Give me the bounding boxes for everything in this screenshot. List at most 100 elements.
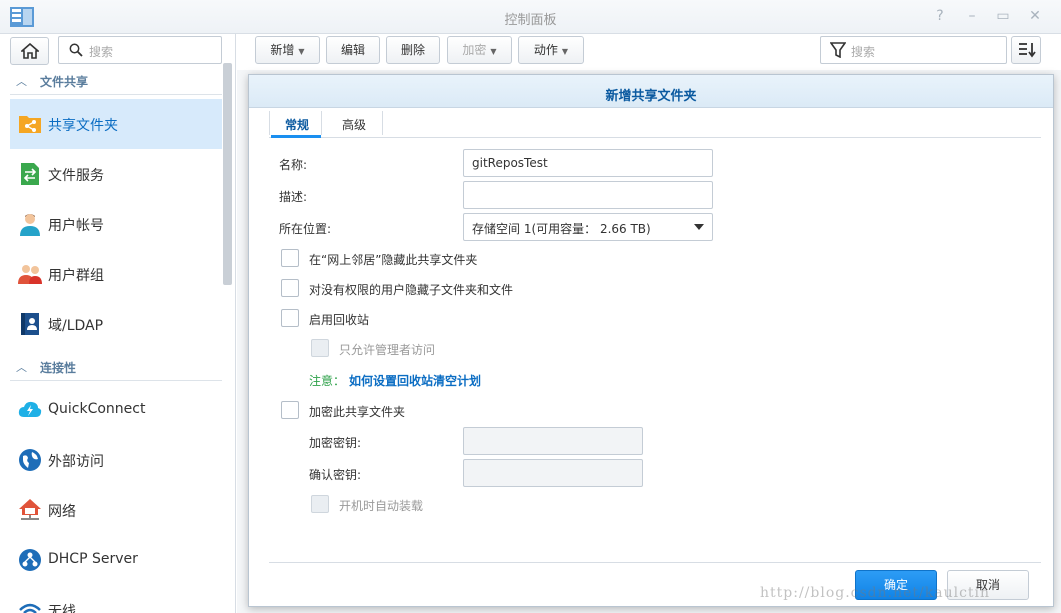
create-shared-folder-dialog: 新增共享文件夹 常规 高级 名称: gitReposTest 描述: 所在位置:… (248, 74, 1054, 607)
admin-only-checkbox[interactable] (311, 339, 329, 357)
close-icon[interactable]: ✕ (1025, 6, 1045, 26)
quickconnect-icon (18, 401, 42, 417)
dialog-header: 新增共享文件夹 (249, 75, 1053, 108)
chevron-up-icon: ︿ (16, 361, 27, 374)
sidebar-item-label: 用户群组 (48, 268, 104, 284)
sidebar: 搜索 ︿ 文件共享 共享文件夹 文件服务 用户帐号 用户群组 域/LDAP ︿ … (0, 34, 236, 613)
file-services-icon (21, 163, 39, 185)
encrypt-button-label: 加密 (462, 43, 487, 57)
confirm-key-field[interactable] (463, 459, 643, 487)
tab-divider (382, 111, 383, 135)
recycle-schedule-link[interactable]: 如何设置回收站清空计划 (349, 372, 481, 389)
sidebar-item-label: 外部访问 (48, 454, 104, 470)
recycle-bin-checkbox[interactable] (281, 309, 299, 327)
home-icon (21, 43, 39, 59)
confirm-key-label: 确认密钥: (309, 468, 362, 482)
encrypt-checkbox[interactable] (281, 401, 299, 419)
action-button[interactable]: 动作 ▼ (518, 36, 584, 64)
dialog-footer-divider (269, 562, 1041, 563)
description-label: 描述: (279, 190, 308, 204)
filter-icon (830, 42, 846, 58)
tab-label: 高级 (342, 118, 367, 132)
sidebar-item-domain-ldap[interactable]: 域/LDAP (10, 299, 222, 349)
sidebar-item-file-services[interactable]: 文件服务 (10, 149, 222, 199)
minimize-icon[interactable]: – (962, 6, 982, 26)
sidebar-item-dhcp-server[interactable]: DHCP Server (10, 535, 222, 585)
hide-subfolders-checkbox[interactable] (281, 279, 299, 297)
sidebar-item-external-access[interactable]: 外部访问 (10, 435, 222, 485)
sidebar-search-input[interactable]: 搜索 (58, 36, 222, 64)
location-value: 存储空间 1(可用容量： 2.66 TB) (472, 222, 651, 236)
sidebar-item-label: 网络 (48, 504, 76, 520)
caret-down-icon: ▼ (490, 47, 497, 56)
create-button[interactable]: 新增 ▼ (255, 36, 320, 64)
tab-label: 常规 (285, 118, 310, 132)
encrypt-button[interactable]: 加密 ▼ (447, 36, 512, 64)
sidebar-item-label: 无线 (48, 604, 76, 613)
sidebar-item-label: 用户帐号 (48, 218, 104, 234)
sidebar-search-placeholder: 搜索 (89, 45, 114, 59)
description-field[interactable] (463, 181, 713, 209)
window-title: 控制面板 (504, 13, 557, 28)
sidebar-item-shared-folder[interactable]: 共享文件夹 (10, 99, 222, 149)
user-icon (20, 214, 40, 236)
hide-subfolders-label: 对没有权限的用户隐藏子文件夹和文件 (309, 283, 514, 297)
section-label: 连接性 (40, 361, 77, 375)
automount-label: 开机时自动装载 (339, 499, 424, 513)
location-select[interactable]: 存储空间 1(可用容量： 2.66 TB) (463, 213, 713, 241)
main-search-placeholder: 搜索 (851, 45, 876, 59)
sidebar-item-network[interactable]: 网络 (10, 485, 222, 535)
sidebar-item-user-group[interactable]: 用户群组 (10, 249, 222, 299)
delete-button[interactable]: 删除 (386, 36, 440, 64)
edit-button-label: 编辑 (340, 43, 365, 57)
tab-divider (269, 111, 270, 135)
dialog-title: 新增共享文件夹 (605, 89, 697, 104)
sidebar-item-user-account[interactable]: 用户帐号 (10, 199, 222, 249)
sidebar-item-label: 域/LDAP (48, 318, 104, 334)
tab-general[interactable]: 常规 (285, 116, 309, 133)
encrypt-key-label: 加密密钥: (309, 436, 362, 450)
dialog-tabs: 常规 高级 (269, 108, 1041, 138)
tab-active-indicator (271, 135, 321, 138)
sidebar-item-wireless[interactable]: 无线 (10, 585, 222, 613)
external-access-icon (19, 449, 41, 471)
shared-folder-icon (19, 116, 41, 133)
network-icon (19, 499, 41, 520)
section-file-sharing[interactable]: ︿ 文件共享 (10, 67, 222, 95)
encrypt-key-field[interactable] (463, 427, 643, 455)
home-button[interactable] (10, 37, 49, 65)
sort-button[interactable] (1011, 36, 1041, 64)
recycle-bin-label: 启用回收站 (309, 313, 370, 327)
tab-advanced[interactable]: 高级 (342, 116, 366, 133)
location-label: 所在位置: (279, 222, 332, 236)
sidebar-item-label: DHCP Server (48, 551, 138, 567)
section-label: 文件共享 (40, 75, 89, 89)
wireless-icon (19, 603, 41, 613)
directory-icon (21, 313, 39, 335)
delete-button-label: 删除 (400, 43, 425, 57)
action-button-label: 动作 (533, 43, 558, 57)
sidebar-item-label: QuickConnect (48, 401, 146, 417)
sidebar-item-label: 文件服务 (48, 168, 104, 184)
tab-divider (321, 111, 322, 135)
sidebar-item-quickconnect[interactable]: QuickConnect (10, 385, 222, 435)
sidebar-scrollbar[interactable] (223, 63, 232, 285)
name-field[interactable]: gitReposTest (463, 149, 713, 177)
create-button-label: 新增 (270, 43, 295, 57)
caret-down-icon: ▼ (561, 47, 569, 56)
hide-network-checkbox[interactable] (281, 249, 299, 267)
edit-button[interactable]: 编辑 (326, 36, 380, 64)
group-icon (18, 265, 42, 284)
watermark: http://blog.csdn.net/kaulctin (760, 585, 991, 601)
note-label: 注意： (309, 374, 346, 388)
chevron-up-icon: ︿ (16, 75, 27, 88)
dropdown-arrow-icon (694, 224, 704, 230)
main-search-input[interactable]: 搜索 (820, 36, 1007, 64)
section-connectivity[interactable]: ︿ 连接性 (10, 353, 222, 381)
automount-checkbox[interactable] (311, 495, 329, 513)
hide-network-label: 在“网上邻居”隐藏此共享文件夹 (309, 253, 478, 267)
maximize-icon[interactable]: ▭ (993, 6, 1013, 26)
sidebar-item-label: 共享文件夹 (48, 118, 118, 134)
help-icon[interactable]: ? (930, 6, 950, 26)
encrypt-label: 加密此共享文件夹 (309, 405, 406, 419)
